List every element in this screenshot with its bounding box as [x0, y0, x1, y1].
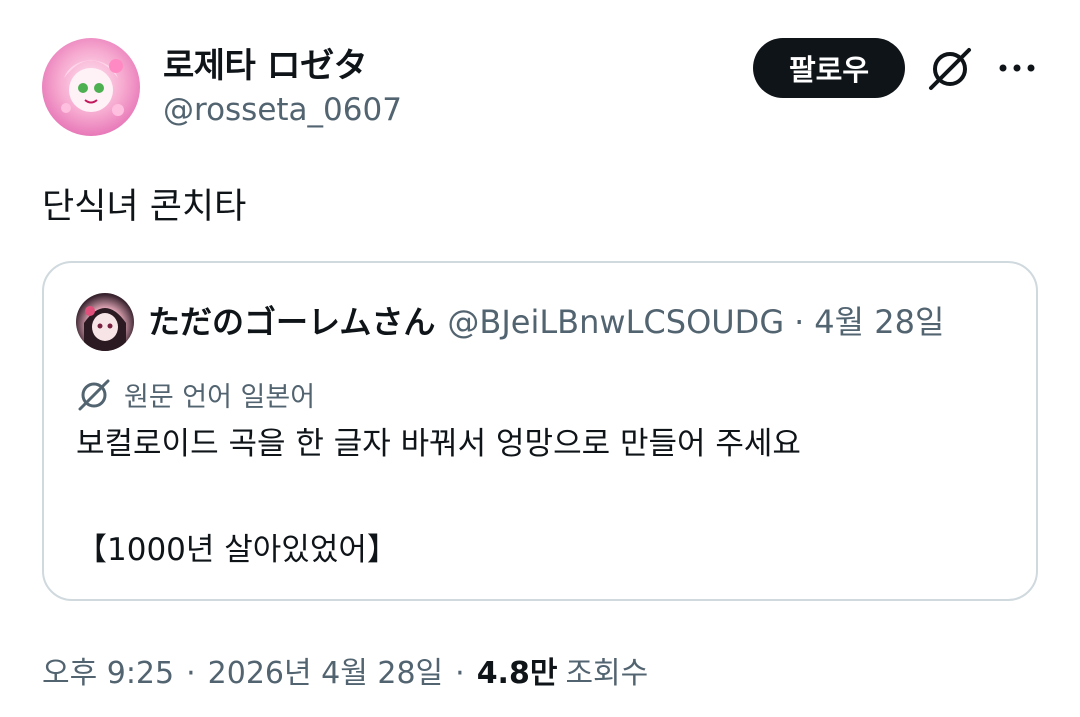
quote-body-line-2: 【1000년 살아있었어】: [76, 532, 398, 568]
quote-separator: ·: [794, 303, 805, 341]
tweet-meta: 오후 9:25 · 2026년 4월 28일 · 4.8만 조회수: [42, 648, 648, 692]
quote-handle[interactable]: @BJeiLBnwLCSOUDG: [447, 303, 784, 341]
translate-label: 원문 언어 일본어: [124, 382, 316, 413]
views-count[interactable]: 4.8만: [477, 648, 558, 692]
quote-author-avatar[interactable]: [76, 293, 134, 351]
tweet-time[interactable]: 오후 9:25: [42, 648, 174, 692]
quote-avatar-illustration: [84, 306, 126, 351]
meta-separator-2: ·: [455, 656, 465, 691]
quote-tweet-card[interactable]: ただのゴーレムさん @BJeiLBnwLCSOUDG · 4월 28일 원문 언…: [42, 261, 1038, 601]
grok-icon[interactable]: [925, 44, 975, 94]
author-avatar[interactable]: [42, 38, 140, 136]
more-icon[interactable]: [995, 50, 1039, 86]
author-handle[interactable]: @rosseta_0607: [163, 92, 402, 128]
avatar-illustration: [61, 59, 124, 116]
tweet-date[interactable]: 2026년 4월 28일: [208, 648, 443, 692]
quote-display-name[interactable]: ただのゴーレムさん: [148, 297, 435, 343]
quote-translate-note[interactable]: 원문 언어 일본어: [76, 375, 315, 414]
meta-separator: ·: [186, 656, 196, 691]
follow-button[interactable]: 팔로우: [753, 38, 905, 98]
author-display-name[interactable]: 로제타 ロゼタ: [163, 38, 368, 87]
quote-body-line-1: 보컬로이드 곡을 한 글자 바꿔서 엉망으로 만들어 주세요: [76, 426, 801, 462]
tweet-text: 단식녀 콘치타: [42, 187, 247, 227]
quote-header: ただのゴーレムさん @BJeiLBnwLCSOUDG · 4월 28일: [148, 297, 944, 343]
views-label: 조회수: [565, 656, 649, 691]
translate-icon: [78, 379, 110, 410]
quote-date[interactable]: 4월 28일: [814, 297, 944, 343]
